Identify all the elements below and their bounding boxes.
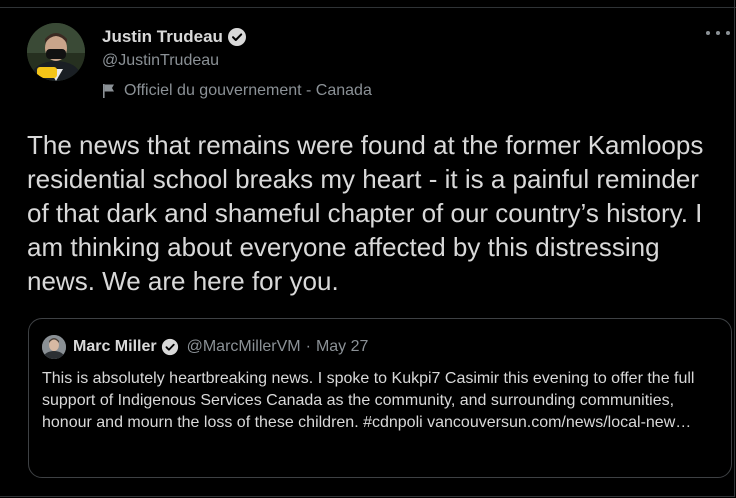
avatar-photo-icon bbox=[27, 23, 85, 81]
verified-badge-icon bbox=[161, 338, 178, 356]
tweet-text: The news that remains were found at the … bbox=[27, 130, 704, 296]
government-label-text: Officiel du gouvernement - Canada bbox=[124, 82, 372, 99]
author-name-row[interactable]: Justin Trudeau bbox=[102, 27, 247, 47]
author-avatar[interactable] bbox=[27, 23, 85, 81]
quoted-date: May 27 bbox=[315, 338, 369, 355]
more-options-icon[interactable] bbox=[706, 24, 730, 42]
government-label: Officiel du gouvernement - Canada bbox=[102, 82, 372, 100]
avatar-photo-icon bbox=[42, 335, 66, 359]
quoted-tweet[interactable]: Marc Miller @MarcMillerVM · May 27 This … bbox=[28, 318, 732, 478]
verified-badge-icon bbox=[227, 28, 246, 46]
quoted-header: Marc Miller @MarcMillerVM · May 27 bbox=[73, 338, 368, 356]
quoted-author-handle: @MarcMillerVM bbox=[186, 338, 301, 355]
top-divider bbox=[0, 7, 736, 8]
flag-icon bbox=[103, 84, 114, 98]
author-handle[interactable]: @JustinTrudeau bbox=[102, 52, 219, 70]
quoted-text: This is absolutely heartbreaking news. I… bbox=[42, 370, 695, 431]
quoted-author-name: Marc Miller bbox=[73, 338, 157, 355]
quoted-author-avatar[interactable] bbox=[42, 335, 66, 359]
author-name[interactable]: Justin Trudeau bbox=[102, 27, 223, 47]
separator-dot: · bbox=[305, 338, 311, 355]
